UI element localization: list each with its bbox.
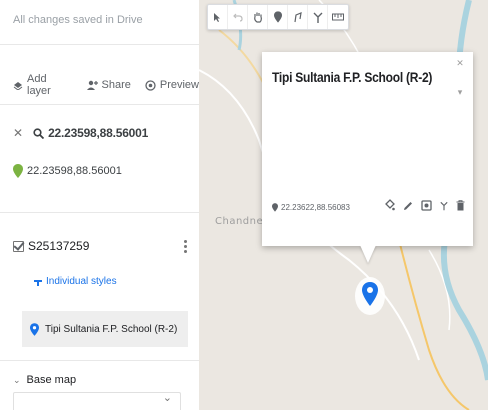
share-label: Share xyxy=(101,79,131,91)
individual-styles-link[interactable]: Individual styles xyxy=(33,276,117,287)
blue-pin-icon xyxy=(30,322,39,336)
search-result-row: ✕ 22.23598,88.56001 xyxy=(13,126,148,140)
expand-icon[interactable]: ▾ xyxy=(458,87,463,98)
place-item-label: Tipi Sultania F.P. School (R-2) xyxy=(45,323,178,335)
green-pin-icon xyxy=(13,164,23,178)
add-layer-button[interactable]: Add layer xyxy=(13,73,72,97)
search-result-item[interactable]: 22.23598,88.56001 xyxy=(13,164,122,178)
paint-bucket-icon[interactable] xyxy=(384,198,395,216)
layer-checkbox[interactable] xyxy=(13,240,24,252)
preview-label: Preview xyxy=(159,79,199,91)
ruler-icon[interactable] xyxy=(328,5,348,29)
pointer-icon[interactable] xyxy=(208,5,228,29)
collapse-caret-icon[interactable]: ⌄ xyxy=(13,375,21,386)
result-coords: 22.23598,88.56001 xyxy=(27,165,122,177)
divider xyxy=(0,360,199,361)
divider xyxy=(0,104,199,105)
place-info-card: Tipi Sultania F.P. School (R-2) ✕ ▾ 22.2… xyxy=(262,52,473,246)
card-controls: ✕ ▾ xyxy=(453,58,467,98)
preview-button[interactable]: Preview xyxy=(145,79,199,91)
add-layer-icon xyxy=(13,80,23,90)
card-footer: 22.23622,88.56083 xyxy=(272,198,465,216)
card-coords-text: 22.23622,88.56083 xyxy=(281,202,350,212)
map-toolbar xyxy=(207,4,349,30)
card-title[interactable]: Tipi Sultania F.P. School (R-2) xyxy=(272,69,432,85)
polyline-icon[interactable] xyxy=(288,5,308,29)
camera-icon[interactable] xyxy=(421,198,432,216)
trash-icon[interactable] xyxy=(456,198,465,216)
search-query[interactable]: 22.23598,88.56001 xyxy=(33,126,148,140)
undo-icon[interactable] xyxy=(228,5,248,29)
layer-toolbar: Add layer Share Preview xyxy=(13,73,199,97)
divider xyxy=(0,212,199,213)
search-query-text: 22.23598,88.56001 xyxy=(48,126,149,140)
add-layer-label: Add layer xyxy=(27,73,51,97)
card-coordinates: 22.23622,88.56083 xyxy=(272,203,350,212)
base-map-dropdown[interactable] xyxy=(13,391,181,410)
individual-styles-label: Individual styles xyxy=(46,276,117,287)
close-icon[interactable]: ✕ xyxy=(456,58,464,69)
layer-title[interactable]: S25137259 xyxy=(28,239,89,253)
map-place-label: Chandnes xyxy=(215,216,269,227)
base-map-label: Base map xyxy=(26,374,77,386)
place-list-item[interactable]: Tipi Sultania F.P. School (R-2) xyxy=(22,311,188,347)
pin-icon xyxy=(272,202,278,212)
paint-bucket-icon xyxy=(33,277,43,287)
card-actions xyxy=(384,198,465,216)
hand-icon[interactable] xyxy=(248,5,268,29)
layer-header: S25137259 xyxy=(13,239,193,253)
preview-icon xyxy=(145,79,156,91)
person-add-icon xyxy=(86,80,98,90)
pencil-icon[interactable] xyxy=(403,198,413,216)
selected-place-marker[interactable] xyxy=(354,274,386,316)
save-status: All changes saved in Drive xyxy=(13,14,143,26)
search-icon xyxy=(33,127,45,139)
directions-icon[interactable] xyxy=(440,198,448,216)
card-pointer xyxy=(360,245,376,263)
divider xyxy=(0,44,199,45)
directions-icon[interactable] xyxy=(308,5,328,29)
close-icon[interactable]: ✕ xyxy=(13,126,23,140)
left-panel: All changes saved in Drive Add layer Sha… xyxy=(0,0,199,410)
share-button[interactable]: Share xyxy=(86,79,131,91)
marker-icon[interactable] xyxy=(268,5,288,29)
base-map-header[interactable]: ⌄ Base map xyxy=(13,374,76,386)
more-options-icon[interactable] xyxy=(184,239,193,253)
